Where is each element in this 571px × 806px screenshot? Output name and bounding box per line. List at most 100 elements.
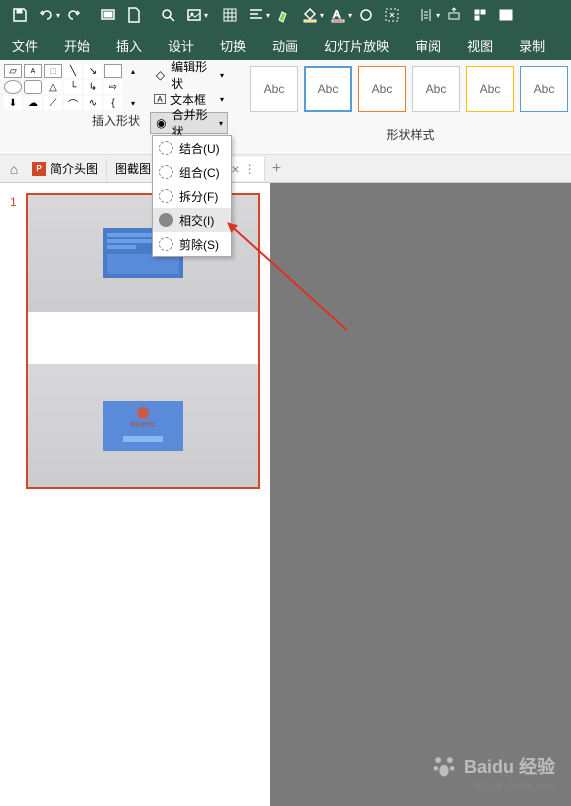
menu-transition[interactable]: 切换 [216,34,250,57]
align-dropdown-icon[interactable]: ▾ [266,11,270,20]
merge-intersect-item[interactable]: 相交(I) [153,208,231,232]
spacing-dropdown-icon[interactable]: ▾ [436,11,440,20]
arrange-icon[interactable] [442,3,466,27]
slide-thumbnail-panel: 1 居民身份证 [0,183,270,806]
new-doc-icon[interactable] [122,3,146,27]
align-icon[interactable] [244,3,268,27]
shape-freeform[interactable]: ⟋ [44,96,62,110]
table-icon[interactable] [218,3,242,27]
style-preset-1[interactable]: Abc [250,66,298,112]
style-preset-4[interactable]: Abc [412,66,460,112]
shape-elbow[interactable]: └ [64,80,82,94]
merge-union-item[interactable]: 结合(U) [153,136,231,160]
image-dropdown-icon[interactable]: ▾ [204,11,208,20]
home-tab-icon[interactable]: ⌂ [4,161,24,177]
style-preset-5[interactable]: Abc [466,66,514,112]
chevron-down-icon: ▾ [220,71,224,80]
menu-animation[interactable]: 动画 [268,34,302,57]
highlight-icon[interactable] [272,3,296,27]
combine-icon [159,165,173,179]
shape-rect[interactable] [104,64,122,78]
menu-bar: 文件 开始 插入 设计 切换 动画 幻灯片放映 审阅 视图 录制 [0,30,571,60]
menu-record[interactable]: 录制 [515,34,549,57]
shape-arrow-down[interactable]: ⬇ [4,96,22,110]
font-color-icon[interactable]: A [326,3,350,27]
merge-shape-button[interactable]: ◉ 合并形状 ▾ [150,112,228,134]
print-preview-icon[interactable] [96,3,120,27]
subtract-label: 剪除(S) [179,236,219,253]
redo-icon[interactable] [62,3,86,27]
fill-dropdown-icon[interactable]: ▾ [320,11,324,20]
slide-white-gap [28,312,258,365]
spacing-icon[interactable] [414,3,438,27]
shape-brace[interactable]: { [104,96,122,110]
shape-textbox-v[interactable]: ⬚ [44,64,62,78]
circle-icon[interactable] [354,3,378,27]
chevron-down-icon: ▾ [220,95,224,104]
shape-oval[interactable] [4,80,22,94]
style-preset-2[interactable]: Abc [304,66,352,112]
shape-roundrect[interactable] [24,80,42,94]
intersect-icon [159,213,173,227]
shape-elbow-arrow[interactable]: ↳ [84,80,102,94]
style-gallery-panel: Abc Abc Abc Abc Abc Abc 形状样式 [230,60,571,154]
subtract-icon [159,237,173,251]
edit-shape-button[interactable]: ◇ 编辑形状 ▾ [150,64,228,86]
menu-review[interactable]: 审阅 [411,34,445,57]
menu-slideshow[interactable]: 幻灯片放映 [320,34,393,57]
shape-wave[interactable]: ∿ [84,96,102,110]
emblem-icon [137,407,149,419]
undo-dropdown-icon[interactable]: ▾ [56,11,60,20]
style-grid: Abc Abc Abc Abc Abc Abc [250,66,571,112]
fontcolor-dropdown-icon[interactable]: ▾ [348,11,352,20]
shape-row2-more[interactable] [124,80,142,94]
union-label: 结合(U) [179,140,220,157]
add-tab-button[interactable]: + [265,160,289,178]
tab1-label: 简介头图 [50,160,98,177]
shape-parallelogram[interactable]: ▱ [4,64,22,78]
reading-icon[interactable] [494,3,518,27]
style-preset-3[interactable]: Abc [358,66,406,112]
find-icon[interactable] [156,3,180,27]
shape-block-arrow[interactable]: ⇨ [104,80,122,94]
edit-shape-text: 编辑形状 [171,58,216,92]
image-icon[interactable] [182,3,206,27]
shape-triangle[interactable]: △ [44,80,62,94]
shape-gallery-panel: ▱ A ⬚ ╲ ↘ ▴ △ └ ↳ ⇨ ⬇ ☁ ⟋ ⌒ ∿ { ▾ 插入形状 [0,60,148,154]
union-icon [159,141,173,155]
combine-label: 组合(C) [179,164,220,181]
ppt-icon: P [32,162,46,176]
chevron-down-icon: ▾ [219,119,223,128]
screenshot-icon[interactable] [380,3,404,27]
shape-gallery-expand[interactable]: ▾ [124,96,142,110]
tab-more-icon[interactable]: ⋮ [244,162,256,176]
document-tabs: ⌂ P 简介头图 图截图 P a4截图 × ⋮ + [0,155,571,183]
menu-home[interactable]: 开始 [60,34,94,57]
merge-icon: ◉ [155,116,168,130]
menu-view[interactable]: 视图 [463,34,497,57]
merge-subtract-item[interactable]: 剪除(S) [153,232,231,256]
ribbon: ▱ A ⬚ ╲ ↘ ▴ △ └ ↳ ⇨ ⬇ ☁ ⟋ ⌒ ∿ { ▾ 插入形状 [0,60,571,155]
shape-arrow-line[interactable]: ↘ [84,64,102,78]
menu-design[interactable]: 设计 [164,34,198,57]
fragment-icon [159,189,173,203]
shape-line[interactable]: ╲ [64,64,82,78]
style-preset-6[interactable]: Abc [520,66,568,112]
properties-icon[interactable] [468,3,492,27]
slide-editor-area[interactable] [270,183,571,806]
close-tab-icon[interactable]: × [231,161,239,177]
merge-combine-item[interactable]: 组合(C) [153,160,231,184]
shape-arc[interactable]: ⌒ [64,96,82,110]
menu-file[interactable]: 文件 [8,34,42,57]
menu-insert[interactable]: 插入 [112,34,146,57]
shape-textbox[interactable]: A [24,64,42,78]
intersect-label: 相交(I) [179,212,214,229]
undo-icon[interactable] [34,3,58,27]
save-icon[interactable] [8,3,32,27]
merge-fragment-item[interactable]: 拆分(F) [153,184,231,208]
shape-cloud[interactable]: ☁ [24,96,42,110]
doc-tab-1[interactable]: P 简介头图 [24,157,107,181]
textbox-icon: A [154,94,166,104]
shape-row1-more[interactable]: ▴ [124,64,142,78]
fill-color-icon[interactable] [298,3,322,27]
